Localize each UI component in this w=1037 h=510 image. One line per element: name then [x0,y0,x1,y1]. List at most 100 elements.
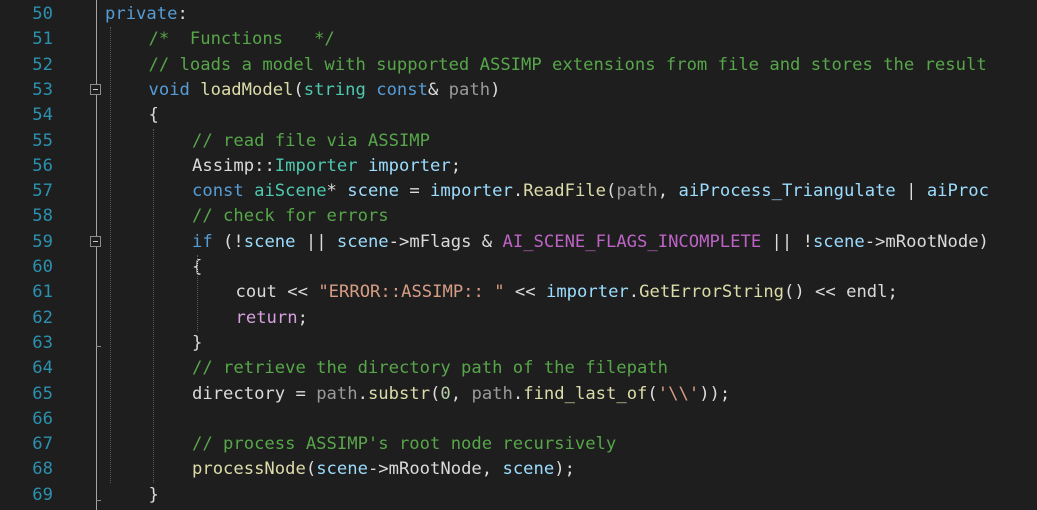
code-line[interactable]: 57 const aiScene* scene = importer.ReadFi… [0,179,1037,204]
code-text[interactable]: processNode(scene->mRootNode, scene); [192,457,575,482]
code-line[interactable]: 59 if (!scene || scene->mFlags & AI_SCENE… [0,230,1037,255]
code-line[interactable]: 58 // check for errors [0,204,1037,229]
code-token-keyword: private [105,4,178,24]
code-text[interactable]: // retrieve the directory path of the fi… [192,356,668,381]
code-text[interactable]: if (!scene || scene->mFlags & AI_SCENE_F… [192,230,989,255]
code-text[interactable]: // check for errors [192,204,389,229]
code-token-punctuation: -> [388,231,410,252]
code-text[interactable]: private: [105,2,188,27]
collapse-icon[interactable] [90,235,101,247]
line-number: 61 [32,282,53,303]
code-token-number: 0 [440,383,451,404]
code-token-punctuation: | [895,181,927,202]
code-token-punctuation [190,80,200,100]
code-token-comment: // read file via ASSIMP [192,130,430,151]
code-token-type: string [303,79,366,100]
code-token-member: endl [846,282,888,303]
code-token-punctuation: ( [305,459,317,480]
collapse-icon[interactable] [90,83,101,95]
code-token-comment: // loads a model with supported ASSIMP e… [148,54,987,75]
code-token-comment: // retrieve the directory path of the fi… [192,358,668,379]
code-token-punctuation: ); [554,459,575,480]
code-line[interactable]: 67 // process ASSIMP's root node recursiv… [0,432,1037,457]
line-number: 52 [32,54,53,75]
code-line[interactable]: 61 cout << "ERROR::ASSIMP:: " << importer… [0,280,1037,305]
code-token-punctuation: . [512,383,524,404]
code-token-punctuation: )); [699,383,731,404]
code-line[interactable]: 63} [0,331,1037,356]
line-number: 53 [32,79,53,100]
code-token-punctuation: = [399,181,431,202]
indent-guide [197,255,198,331]
code-line[interactable]: 65 directory = path.substr(0, path.find_l… [0,382,1037,407]
code-token-punctuation: (! [212,231,244,252]
code-line[interactable]: 50 private: [0,2,1037,27]
code-token-comment: // process ASSIMP's root node recursivel… [192,434,617,455]
code-token-member: mFlags [409,231,472,252]
code-token-keyword: const [376,79,428,100]
code-token-punctuation: << [504,282,546,303]
code-token-keyword: void [148,79,190,100]
code-token-function: find_last_of [523,383,648,404]
code-token-variable: scene [347,181,399,202]
code-token-parameter: path [616,181,658,202]
code-token-string: "ERROR::ASSIMP:: " [318,282,505,303]
line-number: 54 [32,105,53,126]
code-token-variable: aiProc [926,181,989,202]
code-text[interactable]: // loads a model with supported ASSIMP e… [149,53,987,78]
code-token-punctuation: ; [297,307,308,328]
code-token-function: loadModel [200,79,294,100]
code-token-punctuation: :: [254,155,275,176]
code-editor[interactable]: 50 private: 51 /* Functions */ 52 // loads a … [0,0,1037,510]
line-number: 55 [32,130,53,151]
code-text[interactable]: cout << "ERROR::ASSIMP:: " << importer.G… [236,280,898,305]
code-text[interactable]: /* Functions */ [149,27,335,52]
code-line[interactable]: 51 /* Functions */ [0,27,1037,52]
code-text[interactable]: } [149,483,159,508]
code-token-punctuation [366,80,376,100]
code-text[interactable]: // process ASSIMP's root node recursivel… [192,432,616,457]
code-text[interactable]: // read file via ASSIMP [192,129,430,154]
line-number: 65 [32,383,53,404]
line-number: 59 [32,231,53,252]
code-line[interactable]: 56 Assimp::Importer importer; [0,154,1037,179]
code-token-variable: scene [812,231,865,252]
code-token-punctuation: } [192,332,203,353]
code-token-function: GetErrorString [639,282,785,303]
code-line[interactable]: 60{ [0,255,1037,280]
code-token-member: Assimp [192,155,255,176]
line-number: 67 [32,434,53,455]
outline-end-tick [96,346,101,348]
code-text[interactable]: void loadModel(string const& path) [149,78,501,103]
code-token-punctuation: -> [864,231,886,252]
code-line[interactable]: 64 // retrieve the directory path of the … [0,356,1037,381]
code-line[interactable]: 68 processNode(scene->mRootNode, scene); [0,457,1037,482]
code-text[interactable]: directory = path.substr(0, path.find_las… [192,382,730,407]
line-number: 50 [32,4,53,24]
code-line[interactable]: 66 [0,407,1037,432]
code-token-comment: /* Functions */ [148,29,335,50]
code-token-punctuation: , [481,459,503,480]
code-token-punctuation [358,156,368,176]
code-token-punctuation: } [148,484,159,505]
code-text[interactable]: return; [236,306,308,331]
code-line[interactable]: 62 return; [0,306,1037,331]
indent-guide [153,128,154,483]
code-token-function: substr [367,383,431,404]
line-number: 63 [32,332,53,353]
code-token-parameter: path [316,383,358,404]
code-text[interactable]: { [149,103,159,128]
code-token-punctuation: = [285,383,317,404]
code-line[interactable]: 55 // read file via ASSIMP [0,129,1037,154]
code-line[interactable]: 53 void loadModel(string const& path) [0,78,1037,103]
code-line[interactable]: 69} [0,483,1037,508]
code-token-comment: // check for errors [192,206,389,227]
code-line[interactable]: 54 { [0,103,1037,128]
code-line[interactable]: 52 // loads a model with supported ASSIMP… [0,53,1037,78]
code-text[interactable]: Assimp::Importer importer; [192,154,461,179]
code-text[interactable]: } [192,331,202,356]
line-number: 66 [32,408,53,429]
code-text[interactable]: const aiScene* scene = importer.ReadFile… [192,179,989,204]
line-number: 69 [32,484,53,505]
code-token-type: Importer [274,155,358,176]
